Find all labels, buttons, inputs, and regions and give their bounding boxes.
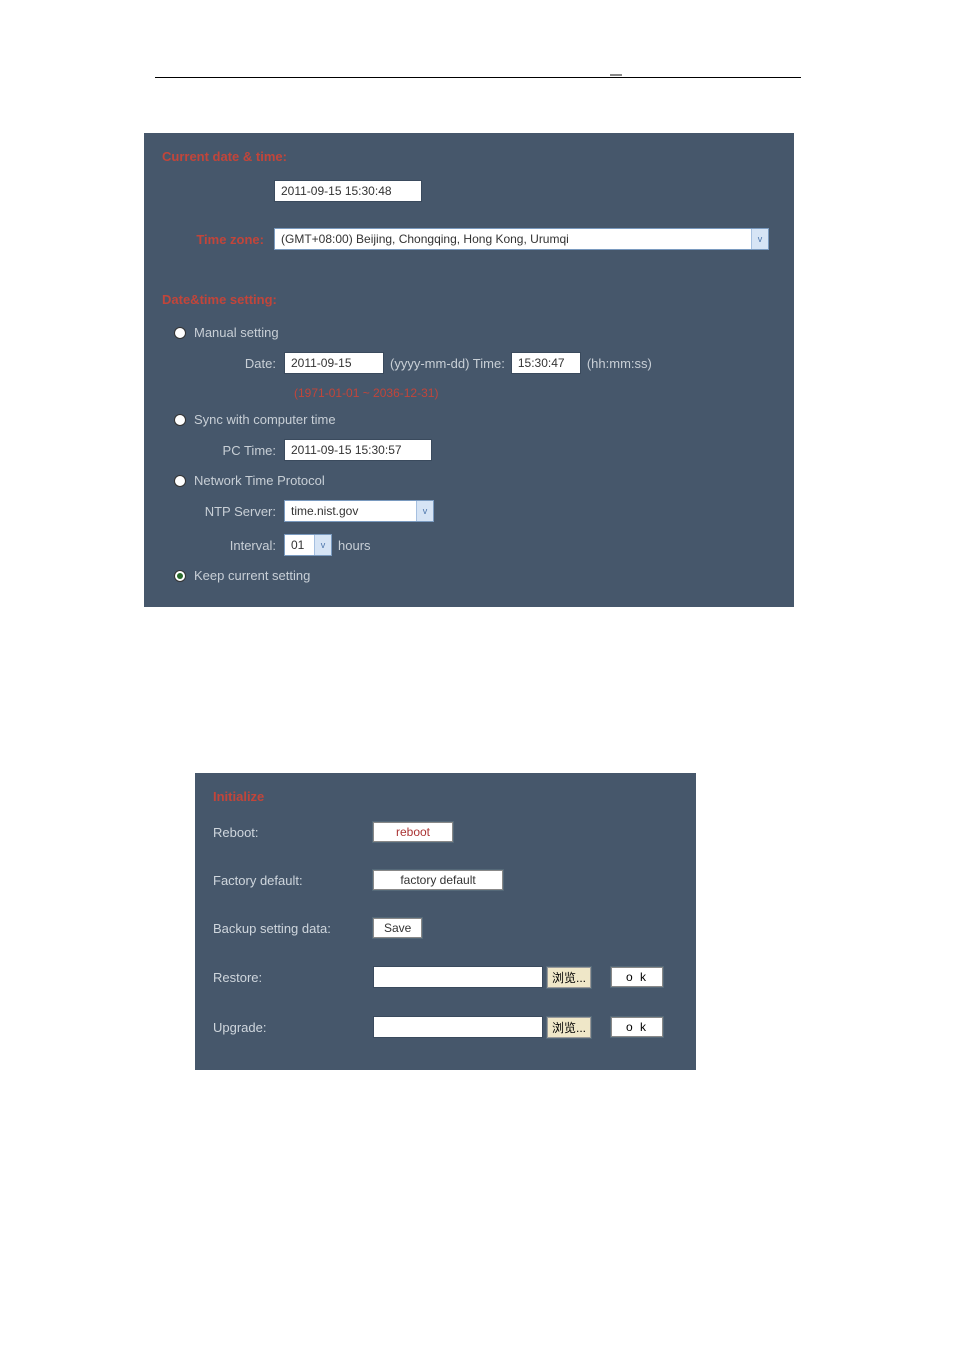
backup-label: Backup setting data: — [213, 921, 373, 936]
time-format-hint: (hh:mm:ss) — [581, 356, 652, 371]
current-datetime-value: 2011-09-15 15:30:48 — [274, 180, 422, 202]
radio-sync-computer[interactable]: Sync with computer time — [144, 406, 794, 433]
radio-icon — [174, 475, 186, 487]
restore-ok-button[interactable]: o k — [611, 967, 663, 987]
date-range-hint: (1971-01-01 ~ 2036-12-31) — [144, 380, 794, 406]
initialize-title: Initialize — [195, 779, 696, 808]
ntp-server-select[interactable]: time.nist.gov v — [284, 500, 434, 522]
radio-keep-current[interactable]: Keep current setting — [144, 562, 794, 589]
radio-label: Keep current setting — [194, 568, 310, 583]
radio-manual-setting[interactable]: Manual setting — [144, 319, 794, 346]
pc-time-label: PC Time: — [174, 443, 284, 458]
chevron-down-icon: v — [314, 535, 331, 555]
pc-time-value: 2011-09-15 15:30:57 — [284, 439, 432, 461]
ntp-server-value: time.nist.gov — [285, 501, 416, 521]
restore-file-input[interactable] — [373, 966, 543, 988]
interval-value: 01 — [285, 535, 314, 555]
initialize-panel: Initialize Reboot: reboot Factory defaul… — [195, 773, 696, 1070]
divider-top — [155, 77, 801, 78]
upgrade-browse-button[interactable]: 浏览... — [547, 1017, 591, 1038]
radio-icon — [174, 414, 186, 426]
chevron-down-icon: v — [416, 501, 433, 521]
date-label: Date: — [174, 356, 284, 371]
reboot-label: Reboot: — [213, 825, 373, 840]
restore-label: Restore: — [213, 970, 373, 985]
backup-save-button[interactable]: Save — [373, 918, 422, 938]
ntp-server-label: NTP Server: — [174, 504, 284, 519]
radio-label: Sync with computer time — [194, 412, 336, 427]
date-format-hint: (yyyy-mm-dd) Time: — [384, 356, 511, 371]
timezone-label: Time zone: — [144, 232, 274, 247]
date-input[interactable]: 2011-09-15 — [284, 352, 384, 374]
radio-icon — [174, 327, 186, 339]
timezone-select[interactable]: (GMT+08:00) Beijing, Chongqing, Hong Kon… — [274, 228, 769, 250]
reboot-button[interactable]: reboot — [373, 822, 453, 842]
interval-unit: hours — [332, 538, 371, 553]
datetime-panel: Current date & time: 2011-09-15 15:30:48… — [144, 133, 794, 607]
interval-select[interactable]: 01 v — [284, 534, 332, 556]
radio-label: Manual setting — [194, 325, 279, 340]
datetime-setting-title: Date&time setting: — [144, 254, 794, 319]
upgrade-ok-button[interactable]: o k — [611, 1017, 663, 1037]
interval-label: Interval: — [174, 538, 284, 553]
radio-icon — [174, 570, 186, 582]
factory-default-button[interactable]: factory default — [373, 870, 503, 890]
divider-accent — [610, 74, 622, 76]
upgrade-label: Upgrade: — [213, 1020, 373, 1035]
chevron-down-icon: v — [751, 229, 768, 249]
time-input[interactable]: 15:30:47 — [511, 352, 581, 374]
radio-label: Network Time Protocol — [194, 473, 325, 488]
timezone-value: (GMT+08:00) Beijing, Chongqing, Hong Kon… — [275, 229, 751, 249]
current-datetime-title: Current date & time: — [144, 133, 794, 176]
restore-browse-button[interactable]: 浏览... — [547, 967, 591, 988]
upgrade-file-input[interactable] — [373, 1016, 543, 1038]
radio-ntp[interactable]: Network Time Protocol — [144, 467, 794, 494]
factory-default-label: Factory default: — [213, 873, 373, 888]
